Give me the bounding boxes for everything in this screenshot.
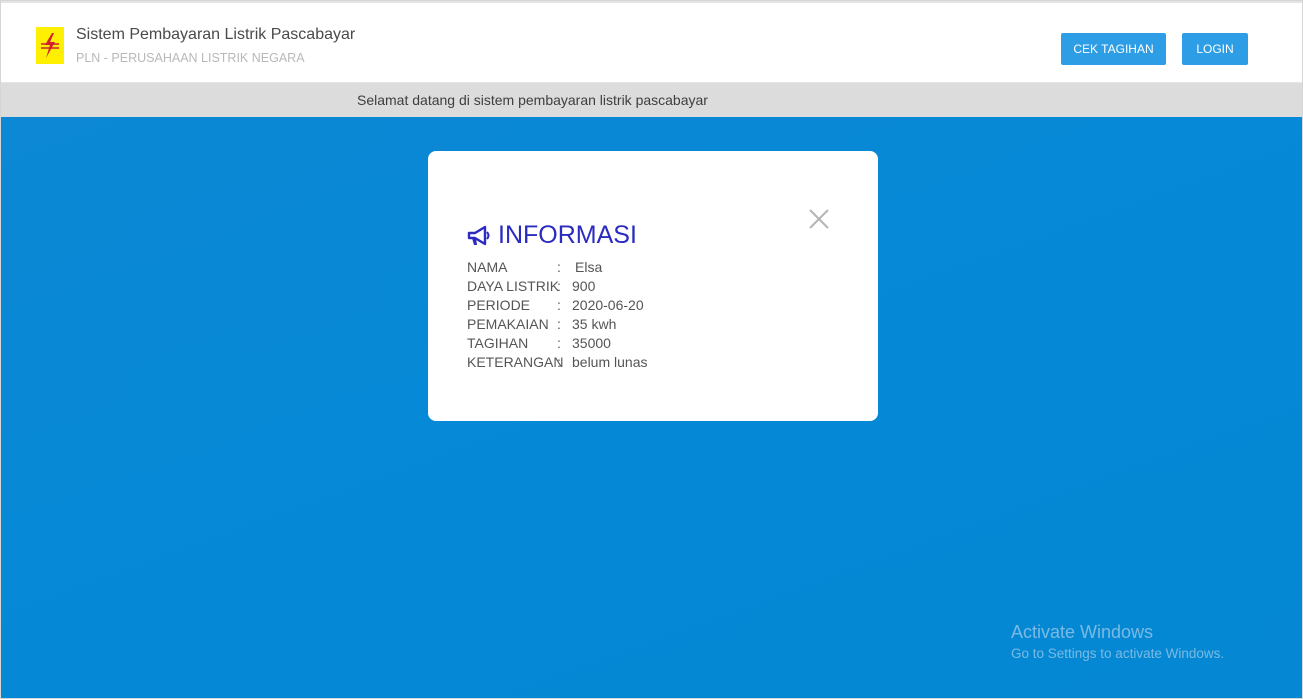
info-label: KETERANGAN — [467, 354, 564, 370]
info-value: Elsa — [575, 259, 603, 275]
info-colon: : — [557, 259, 561, 275]
page: Sistem Pembayaran Listrik Pascabayar PLN… — [0, 0, 1303, 699]
login-button[interactable]: LOGIN — [1182, 33, 1248, 65]
info-label: PERIODE — [467, 297, 531, 313]
info-colon: : — [557, 278, 561, 294]
info-label: DAYA LISTRIK — [467, 278, 560, 294]
info-label: TAGIHAN — [467, 335, 529, 351]
close-icon — [809, 209, 829, 229]
cek-tagihan-button[interactable]: CEK TAGIHAN — [1061, 33, 1166, 65]
watermark-subtitle: Go to Settings to activate Windows. — [1011, 646, 1225, 661]
welcome-bar: Selamat datang di sistem pembayaran list… — [1, 83, 1302, 117]
lightning-icon — [36, 27, 64, 64]
header-bar: Sistem Pembayaran Listrik Pascabayar PLN… — [1, 1, 1302, 83]
welcome-text: Selamat datang di sistem pembayaran list… — [357, 92, 708, 108]
megaphone-icon — [467, 225, 492, 247]
info-colon: : — [557, 297, 561, 313]
info-value: 2020-06-20 — [572, 297, 644, 313]
pln-logo[interactable] — [36, 27, 64, 64]
info-colon: : — [557, 335, 561, 351]
info-modal: INFORMASI NAMA : Elsa DAYA LISTRIK : 900… — [428, 151, 878, 421]
info-colon: : — [557, 316, 561, 332]
app-title: Sistem Pembayaran Listrik Pascabayar — [76, 26, 356, 43]
modal-title: INFORMASI — [498, 221, 637, 249]
info-value: 35 kwh — [572, 316, 617, 332]
info-label: NAMA — [467, 259, 508, 275]
info-value: belum lunas — [572, 354, 648, 370]
info-label: PEMAKAIAN — [467, 316, 549, 332]
watermark-title: Activate Windows — [1011, 622, 1154, 642]
info-colon: : — [557, 354, 561, 370]
activate-windows-watermark: Activate Windows Go to Settings to activ… — [1011, 622, 1224, 661]
modal-heading: INFORMASI — [467, 221, 637, 250]
info-value: 35000 — [572, 335, 611, 351]
app-subtitle: PLN - PERUSAHAAN LISTRIK NEGARA — [76, 51, 305, 65]
close-button[interactable] — [807, 207, 831, 231]
info-value: 900 — [572, 278, 596, 294]
